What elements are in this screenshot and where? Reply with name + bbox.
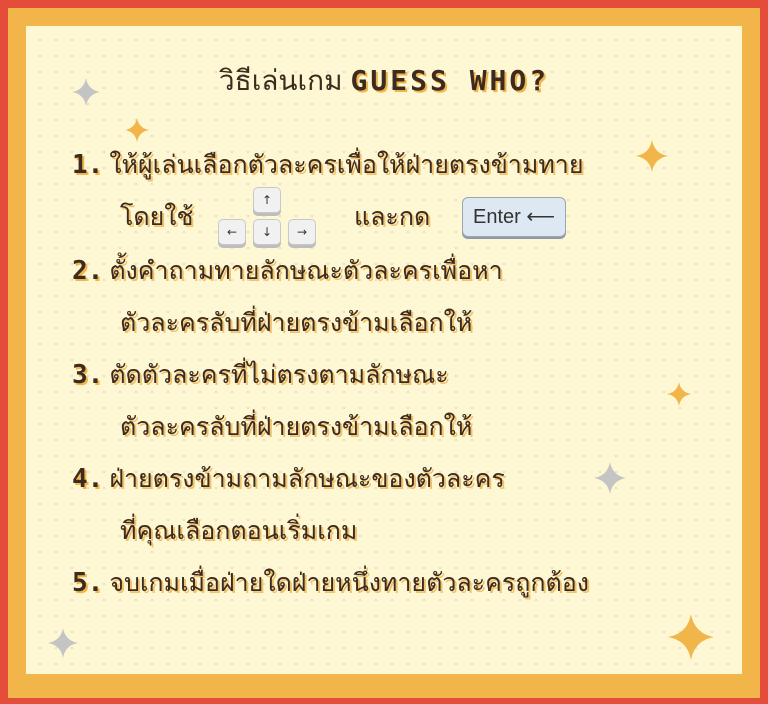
step-4-continued: ที่คุณเลือกตอนเริ่มเกม — [120, 516, 358, 545]
step-text: ตั้งคำถามทายลักษณะตัวละครเพื่อหา — [109, 256, 503, 285]
sparkle-icon — [594, 462, 626, 494]
arrow-right-key: → — [288, 219, 316, 245]
step-number: 3. — [72, 360, 104, 390]
arrow-down-key: ↓ — [253, 219, 281, 245]
controls-and-press-label: และกด — [354, 202, 431, 231]
step-3: 3. ตัดตัวละครที่ไม่ตรงตามลักษณะ — [72, 358, 449, 392]
step-2: 2. ตั้งคำถามทายลักษณะตัวละครเพื่อหา — [72, 254, 503, 288]
sparkle-icon — [667, 382, 691, 406]
enter-key: Enter ⟵ — [462, 197, 566, 237]
sparkle-icon — [636, 140, 668, 172]
step-1: 1. ให้ผู้เล่นเลือกตัวละครเพื่อให้ฝ่ายตรงข… — [72, 148, 584, 182]
step-text: จบเกมเมื่อฝ่ายใดฝ่ายหนึ่งทายตัวละครถูกต้… — [109, 568, 589, 597]
step-4: 4. ฝ่ายตรงข้ามถามลักษณะของตัวละคร — [72, 462, 505, 496]
step-3-continued: ตัวละครลับที่ฝ่ายตรงข้ามเลือกให้ — [120, 412, 473, 441]
arrow-left-key: ← — [218, 219, 246, 245]
game-name: GUESS WHO? — [350, 64, 550, 97]
step-text: ให้ผู้เล่นเลือกตัวละครเพื่อให้ฝ่ายตรงข้า… — [109, 150, 584, 179]
step-number: 5. — [72, 568, 104, 598]
sparkle-icon — [668, 614, 714, 660]
step-number: 4. — [72, 464, 104, 494]
step-number: 2. — [72, 256, 104, 286]
step-2-continued: ตัวละครลับที่ฝ่ายตรงข้ามเลือกให้ — [120, 308, 473, 337]
step-text: ฝ่ายตรงข้ามถามลักษณะของตัวละคร — [109, 464, 505, 493]
step-number: 1. — [72, 150, 104, 180]
page-title: วิธีเล่นเกม GUESS WHO? — [0, 64, 768, 98]
arrow-up-key: ↑ — [253, 187, 281, 213]
title-thai: วิธีเล่นเกม — [218, 64, 343, 97]
sparkle-icon — [48, 628, 78, 658]
step-5: 5. จบเกมเมื่อฝ่ายใดฝ่ายหนึ่งทายตัวละครถูก… — [72, 566, 589, 600]
step-text: ตัดตัวละครที่ไม่ตรงตามลักษณะ — [109, 360, 449, 389]
sparkle-icon — [125, 118, 149, 142]
controls-use-label: โดยใช้ — [120, 202, 194, 231]
